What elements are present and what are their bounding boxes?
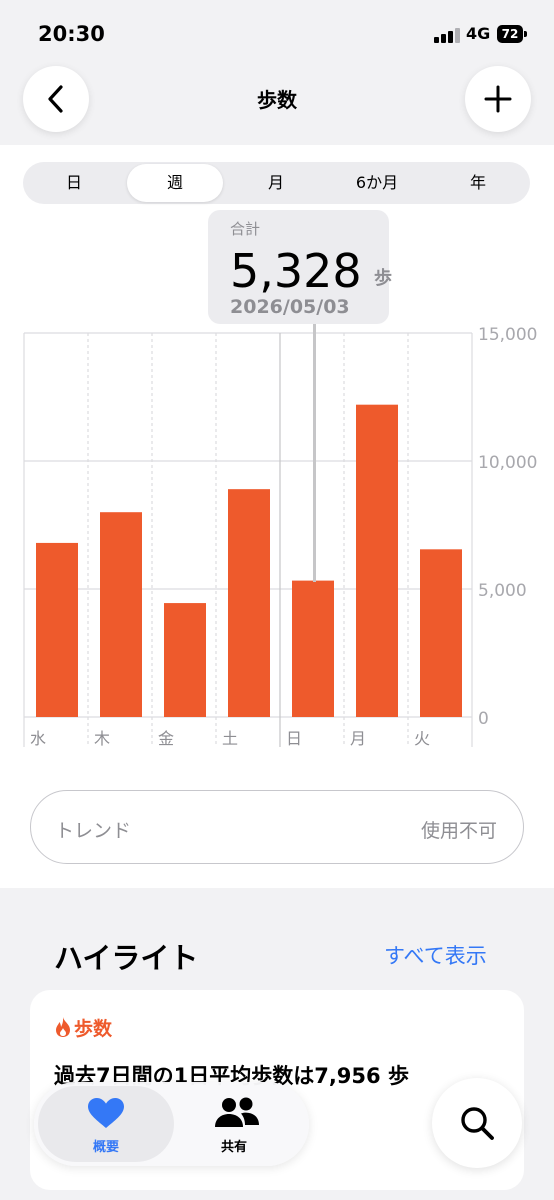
trend-row[interactable]: トレンド 使用不可 <box>30 790 524 864</box>
trend-status: 使用不可 <box>420 820 497 842</box>
bar-1[interactable] <box>100 512 142 717</box>
x-tick-label: 日 <box>286 729 302 748</box>
trend-label: トレンド <box>55 820 132 842</box>
tab-bar: 概要 共有 <box>34 1082 309 1166</box>
y-tick-label: 5,000 <box>478 581 527 601</box>
tooltip-unit: 歩 <box>374 268 392 289</box>
x-tick-label: 土 <box>222 729 238 748</box>
tab-summary[interactable]: 概要 <box>38 1082 174 1166</box>
y-tick-label: 10,000 <box>478 453 537 473</box>
x-tick-label: 水 <box>30 729 46 748</box>
bar-6[interactable] <box>420 549 462 717</box>
x-tick-label: 月 <box>350 729 366 748</box>
bar-5[interactable] <box>356 404 398 717</box>
x-tick-label: 木 <box>94 729 110 748</box>
bar-2[interactable] <box>164 603 206 717</box>
steps-bar-chart[interactable]: 水 木 金 土 日 月 火 0 5,000 10,000 15,000 <box>0 0 554 770</box>
highlight-category-label: 歩数 <box>74 1018 113 1040</box>
bar-4[interactable] <box>292 580 334 717</box>
tab-sharing-label: 共有 <box>220 1140 247 1155</box>
heart-icon <box>88 1098 124 1128</box>
selection-tooltip: 合計 5,328 歩 2026/05/03 <box>208 210 392 324</box>
bar-3[interactable] <box>228 489 270 717</box>
tooltip-label: 合計 <box>230 220 261 238</box>
show-all-link[interactable]: すべて表示 <box>384 940 487 970</box>
flame-icon <box>56 1017 70 1037</box>
y-tick-label: 0 <box>478 709 489 729</box>
selection-indicator-line <box>313 324 316 582</box>
y-tick-label: 15,000 <box>478 325 537 345</box>
highlights-title: ハイライト <box>54 941 199 975</box>
tab-summary-label: 概要 <box>92 1140 119 1155</box>
x-tick-label: 金 <box>158 729 174 748</box>
x-tick-label: 火 <box>414 729 430 748</box>
people-icon <box>215 1097 259 1127</box>
search-button[interactable] <box>432 1078 522 1168</box>
bar-0[interactable] <box>36 542 78 717</box>
search-icon <box>461 1107 494 1140</box>
tooltip-date: 2026/05/03 <box>230 296 350 318</box>
highlight-category: 歩数 <box>54 1014 112 1041</box>
tab-sharing[interactable]: 共有 <box>166 1082 302 1166</box>
tooltip-value: 5,328 <box>230 244 362 298</box>
